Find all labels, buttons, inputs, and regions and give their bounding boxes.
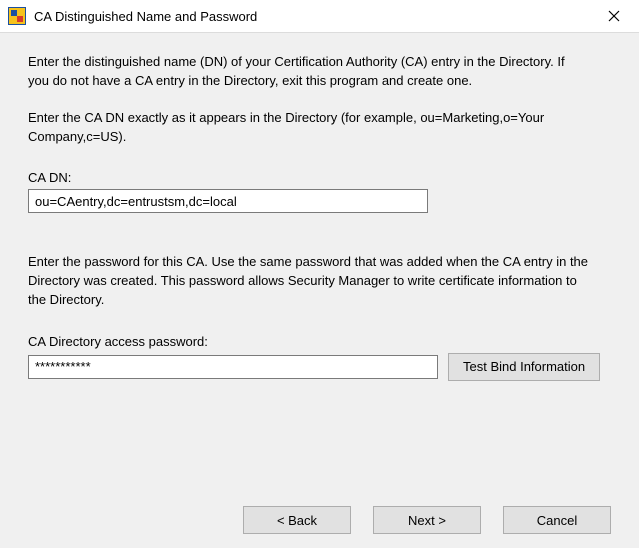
back-button[interactable]: < Back xyxy=(243,506,351,534)
title-bar: CA Distinguished Name and Password xyxy=(0,0,639,32)
dialog-window: CA Distinguished Name and Password Enter… xyxy=(0,0,639,548)
instruction-text-1: Enter the distinguished name (DN) of you… xyxy=(28,53,588,91)
password-row: Test Bind Information xyxy=(28,353,611,381)
test-bind-button[interactable]: Test Bind Information xyxy=(448,353,600,381)
window-title: CA Distinguished Name and Password xyxy=(34,9,591,24)
cancel-button[interactable]: Cancel xyxy=(503,506,611,534)
ca-password-input[interactable] xyxy=(28,355,438,379)
wizard-buttons: < Back Next > Cancel xyxy=(28,484,611,534)
ca-dn-label: CA DN: xyxy=(28,170,611,185)
next-button[interactable]: Next > xyxy=(373,506,481,534)
password-instruction-text: Enter the password for this CA. Use the … xyxy=(28,253,588,310)
ca-dn-input[interactable] xyxy=(28,189,428,213)
app-icon xyxy=(8,7,26,25)
dialog-body: Enter the distinguished name (DN) of you… xyxy=(0,32,639,548)
instruction-text-2: Enter the CA DN exactly as it appears in… xyxy=(28,109,588,147)
close-icon xyxy=(608,10,620,22)
ca-password-label: CA Directory access password: xyxy=(28,334,611,349)
close-button[interactable] xyxy=(591,1,637,31)
